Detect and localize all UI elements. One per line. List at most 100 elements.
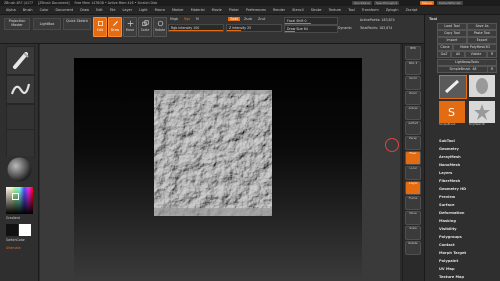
secondary-color-swatch[interactable] bbox=[19, 224, 31, 236]
stroke-slot[interactable] bbox=[6, 75, 35, 104]
persp-button[interactable]: Persp bbox=[405, 136, 421, 150]
tool-thumb-2[interactable] bbox=[469, 75, 495, 97]
rgb-intensity-slider[interactable]: Rgb Intensity 100 bbox=[168, 24, 224, 32]
subpanel-arraymesh[interactable]: ArrayMesh bbox=[439, 154, 461, 160]
menu-alpha[interactable]: Alpha bbox=[6, 8, 16, 12]
subpanel-surface[interactable]: Surface bbox=[439, 202, 454, 208]
current-tool-slider[interactable]: SimpleBrush. 48 bbox=[437, 66, 489, 73]
subpanel-polygroups[interactable]: Polygroups bbox=[439, 234, 462, 240]
color-picker[interactable] bbox=[6, 187, 33, 214]
menu-zscript[interactable]: Zscript bbox=[406, 8, 418, 12]
dynamic-toggle[interactable]: Dynamic bbox=[338, 26, 352, 30]
zcut-toggle[interactable]: Zcut bbox=[258, 17, 265, 21]
projection-master-button[interactable]: Projection Master bbox=[4, 18, 30, 30]
export-button[interactable]: Export bbox=[467, 37, 497, 44]
draw-button[interactable]: Draw bbox=[108, 17, 122, 37]
local-button[interactable]: Local bbox=[405, 166, 421, 180]
menu-light[interactable]: Light bbox=[139, 8, 147, 12]
main-color-swatch[interactable] bbox=[6, 224, 18, 236]
menu-stencil[interactable]: Stencil bbox=[292, 8, 303, 12]
subpanel-masking[interactable]: Masking bbox=[439, 218, 456, 224]
menu-file[interactable]: File bbox=[110, 8, 116, 12]
switch-color-button[interactable]: SwitchColor bbox=[6, 238, 25, 242]
tool-panel-title[interactable]: Tool bbox=[429, 16, 437, 22]
lsym-button[interactable]: L.Sym bbox=[405, 181, 421, 195]
subpanel-subtool[interactable]: SubTool bbox=[439, 138, 455, 144]
bpr-button[interactable]: BPR bbox=[405, 46, 421, 60]
scale-view-button[interactable]: Scale bbox=[405, 226, 421, 240]
subpanel-geometry[interactable]: Geometry bbox=[439, 146, 459, 152]
gradient-label[interactable]: Gradient bbox=[6, 216, 20, 220]
texture-slot[interactable] bbox=[6, 129, 35, 158]
subpanel-nanomesh[interactable]: NanoMesh bbox=[439, 162, 460, 168]
menu-picker[interactable]: Picker bbox=[229, 8, 239, 12]
aahalf-button[interactable]: AAHalf bbox=[405, 121, 421, 135]
menu-zplugin[interactable]: Zplugin bbox=[386, 8, 399, 12]
menu-stroke[interactable]: Stroke bbox=[311, 8, 322, 12]
scale-button[interactable]: Scale bbox=[138, 17, 152, 37]
menu-document[interactable]: Document bbox=[56, 8, 74, 12]
goz-visible-button[interactable]: Visible bbox=[465, 51, 487, 58]
subpanel-preview[interactable]: Preview bbox=[439, 194, 455, 200]
subpanel-contact[interactable]: Contact bbox=[439, 242, 455, 248]
lightbox-button[interactable]: LightBox bbox=[33, 18, 61, 30]
quicksave-button[interactable]: QuickSave bbox=[352, 1, 372, 5]
menu-movie[interactable]: Movie bbox=[212, 8, 222, 12]
tool-thumb-3[interactable]: S bbox=[439, 101, 465, 123]
subpanel-visibility[interactable]: Visibility bbox=[439, 226, 457, 232]
spix-button[interactable]: SPix 3 bbox=[405, 61, 421, 75]
zadd-toggle[interactable]: Zadd bbox=[228, 17, 241, 21]
menu-layer[interactable]: Layer bbox=[123, 8, 132, 12]
floor-button[interactable]: Floor bbox=[405, 151, 421, 165]
clone-button[interactable]: Clone bbox=[437, 44, 453, 51]
menu-color[interactable]: Color bbox=[40, 8, 49, 12]
focal-shift-slider[interactable]: Focal Shift 0 bbox=[284, 17, 338, 25]
subpanel-morph-target[interactable]: Morph Target bbox=[439, 250, 466, 256]
scroll-button[interactable]: Scroll bbox=[405, 76, 421, 90]
frame-button[interactable]: Frame bbox=[405, 196, 421, 210]
goz-r-button[interactable]: R bbox=[487, 51, 497, 58]
move-button[interactable]: Move bbox=[123, 17, 137, 37]
menu-tool[interactable]: Tool bbox=[348, 8, 355, 12]
lightbox-tools-button[interactable]: Lightbox▸Tools bbox=[437, 59, 497, 66]
rotate-button[interactable]: Rotate bbox=[153, 17, 167, 37]
brush-slot[interactable] bbox=[6, 46, 35, 75]
rgb-toggle[interactable]: Rgb bbox=[184, 17, 190, 21]
zoom-button[interactable]: Zoom bbox=[405, 91, 421, 105]
mrgb-toggle[interactable]: Mrgb bbox=[170, 17, 178, 21]
menu-draw[interactable]: Draw bbox=[80, 8, 89, 12]
subpanel-texture-map[interactable]: Texture Map bbox=[439, 274, 464, 280]
menu-render[interactable]: Render bbox=[273, 8, 285, 12]
tool-thumb-4[interactable] bbox=[469, 101, 495, 123]
tool-r-button[interactable]: R bbox=[487, 66, 497, 73]
menu-marker[interactable]: Marker bbox=[172, 8, 184, 12]
subpanel-deformation[interactable]: Deformation bbox=[439, 210, 464, 216]
tool-thumb-1[interactable] bbox=[439, 75, 467, 99]
quick-sketch-button[interactable]: Quick Sketch bbox=[63, 18, 91, 30]
alternate-button[interactable]: Alternate bbox=[6, 246, 21, 250]
edit-button[interactable]: Edit bbox=[93, 17, 107, 37]
subpanel-layers[interactable]: Layers bbox=[439, 170, 452, 176]
goz-button[interactable]: GoZ bbox=[437, 51, 451, 58]
load-tool-button[interactable]: Load Tool bbox=[437, 23, 467, 30]
menu-texture[interactable]: Texture bbox=[329, 8, 341, 12]
menu-brush[interactable]: Brush bbox=[23, 8, 33, 12]
menu-preferences[interactable]: Preferences bbox=[246, 8, 266, 12]
see-through-slider[interactable]: See-through 0 bbox=[374, 1, 400, 5]
actual-button[interactable]: Actual bbox=[405, 106, 421, 120]
subpanel-fibermesh[interactable]: FiberMesh bbox=[439, 178, 460, 184]
menu-material[interactable]: Material bbox=[191, 8, 205, 12]
subpanel-geometry-hd[interactable]: Geometry HD bbox=[439, 186, 466, 192]
menus-button[interactable]: Menus bbox=[420, 1, 434, 5]
make-polymesh-button[interactable]: Make PolyMesh3D bbox=[453, 44, 497, 51]
draw-size-slider[interactable]: Draw Size 64 bbox=[284, 25, 338, 33]
menu-transform[interactable]: Transform bbox=[362, 8, 379, 12]
m-toggle[interactable]: M bbox=[196, 17, 199, 21]
menu-macro[interactable]: Macro bbox=[155, 8, 165, 12]
z-intensity-slider[interactable]: Z Intensity 25 bbox=[226, 24, 282, 32]
save-as-button[interactable]: Save As bbox=[467, 23, 497, 30]
copy-tool-button[interactable]: Copy Tool bbox=[437, 30, 467, 37]
default-zscript-button[interactable]: DefaultZScript bbox=[437, 1, 463, 5]
sculpted-rock-tile[interactable] bbox=[154, 90, 272, 216]
paste-tool-button[interactable]: Paste Tool bbox=[467, 30, 497, 37]
